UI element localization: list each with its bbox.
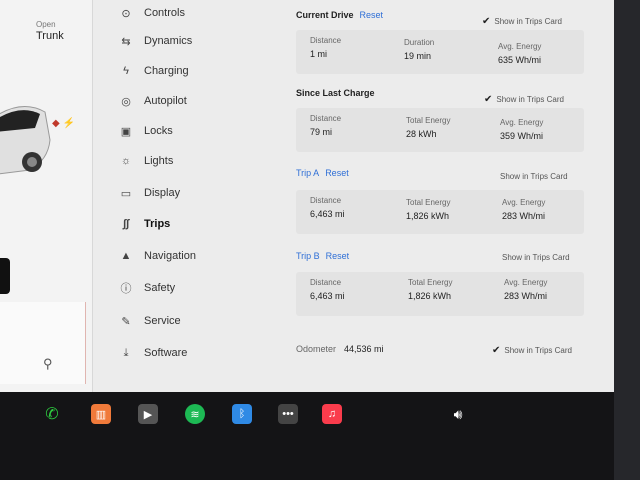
screen-bezel	[614, 0, 640, 480]
toggle-icon: ⊙	[121, 7, 131, 20]
trip-a-show-card-checkbox[interactable]: Show in Trips Card	[500, 172, 568, 181]
nav-item-safety[interactable]: ⓘ Safety	[118, 275, 176, 301]
navigation-arrow-icon: ▲	[120, 250, 132, 262]
trip-b-reset-button[interactable]: Reset	[326, 251, 350, 261]
current-drive-title: Current Drive Reset	[296, 10, 384, 20]
current-drive-reset-button[interactable]: Reset	[360, 10, 384, 20]
settings-nav: ⊙ Controls ⇆ Dynamics ϟ Charging ◎ Autop…	[118, 0, 288, 392]
nav-item-locks[interactable]: ▣ Locks	[118, 118, 173, 144]
odometer-show-card-checkbox[interactable]: ✔ Show in Trips Card	[492, 345, 572, 356]
car-visualization-panel: Open Trunk ◆ ⚡ ⚲	[0, 0, 93, 392]
charge-port-bolt-icon[interactable]: ◆ ⚡	[52, 118, 75, 129]
trip-a-title: Trip A Reset	[296, 168, 349, 178]
trip-b-show-card-checkbox[interactable]: Show in Trips Card	[502, 253, 570, 262]
checkmark-icon: ✔	[482, 16, 491, 27]
trip-a-total-energy: Total Energy 1,826 kWh	[406, 198, 451, 221]
download-icon: ⤓	[123, 346, 129, 359]
media-player-icon[interactable]: ▶	[138, 404, 158, 424]
car-image	[0, 106, 51, 175]
since-last-charge-title: Since Last Charge	[296, 88, 375, 98]
phone-icon[interactable]: ✆	[42, 404, 62, 424]
trips-content: Current Drive Reset ✔ Show in Trips Card …	[296, 0, 608, 392]
nav-item-navigation[interactable]: ▲ Navigation	[118, 243, 196, 269]
nav-item-software[interactable]: ⤓ Software	[118, 340, 188, 366]
since-last-charge-show-card-checkbox[interactable]: ✔ Show in Trips Card	[484, 94, 564, 105]
trip-b-title: Trip B Reset	[296, 251, 350, 261]
car-dynamics-icon: ⇆	[121, 35, 131, 48]
display-icon: ▭	[120, 187, 132, 200]
nav-item-dynamics[interactable]: ⇆ Dynamics	[118, 28, 192, 54]
since-last-charge-distance: Distance 79 mi	[310, 114, 342, 137]
search-icon[interactable]: ⚲	[43, 356, 53, 372]
nav-item-charging[interactable]: ϟ Charging	[118, 58, 189, 84]
trip-b-total-energy: Total Energy 1,826 kWh	[408, 278, 453, 301]
checkmark-icon: ✔	[484, 94, 493, 105]
checkmark-icon: ✔	[492, 345, 501, 356]
lock-icon: ▣	[120, 125, 132, 138]
current-drive-distance: Distance 1 mi	[310, 36, 342, 59]
nav-item-controls[interactable]: ⊙ Controls	[118, 0, 185, 26]
more-icon[interactable]: •••	[278, 404, 298, 424]
trip-b-distance: Distance 6,463 mi	[310, 278, 345, 301]
wrench-icon: ✎	[121, 315, 131, 328]
steering-wheel-icon: ◎	[121, 95, 131, 108]
odometer: Odometer 44,536 mi	[296, 344, 384, 354]
nav-item-autopilot[interactable]: ◎ Autopilot	[118, 88, 187, 114]
trip-a-reset-button[interactable]: Reset	[325, 168, 349, 178]
side-handle[interactable]	[0, 258, 10, 294]
since-last-charge-avg-energy: Avg. Energy 359 Wh/mi	[500, 118, 544, 141]
trip-a-avg-energy: Avg. Energy 283 Wh/mi	[502, 198, 546, 221]
nav-item-trips[interactable]: ∫∫ Trips	[118, 211, 170, 237]
music-equalizer-icon[interactable]: ▥	[91, 404, 111, 424]
bolt-icon: ϟ	[123, 65, 129, 77]
trunk-open-label[interactable]: Open	[36, 20, 56, 29]
volume-icon[interactable]: 🔊︎	[448, 404, 468, 424]
trip-b-avg-energy: Avg. Energy 283 Wh/mi	[504, 278, 548, 301]
bluetooth-icon[interactable]: ᛒ	[232, 404, 252, 424]
apple-music-icon[interactable]: ♫	[322, 404, 342, 424]
sun-icon: ☼	[120, 155, 132, 167]
spotify-icon[interactable]: ≋	[185, 404, 205, 424]
nav-item-display[interactable]: ▭ Display	[118, 180, 180, 206]
trunk-label[interactable]: Trunk	[36, 30, 64, 42]
since-last-charge-total-energy: Total Energy 28 kWh	[406, 116, 451, 139]
trips-icon: ∫∫	[122, 218, 130, 230]
current-drive-avg-energy: Avg. Energy 635 Wh/mi	[498, 42, 542, 65]
nav-item-lights[interactable]: ☼ Lights	[118, 148, 173, 174]
safety-icon: ⓘ	[120, 283, 132, 295]
current-drive-show-card-checkbox[interactable]: ✔ Show in Trips Card	[482, 16, 562, 27]
touchscreen: Open Trunk ◆ ⚡ ⚲ ⊙ Controls ⇆ Dynamics ϟ…	[0, 0, 614, 392]
nav-item-service[interactable]: ✎ Service	[118, 308, 180, 334]
current-drive-duration: Duration 19 min	[404, 38, 435, 61]
trip-a-distance: Distance 6,463 mi	[310, 196, 345, 219]
